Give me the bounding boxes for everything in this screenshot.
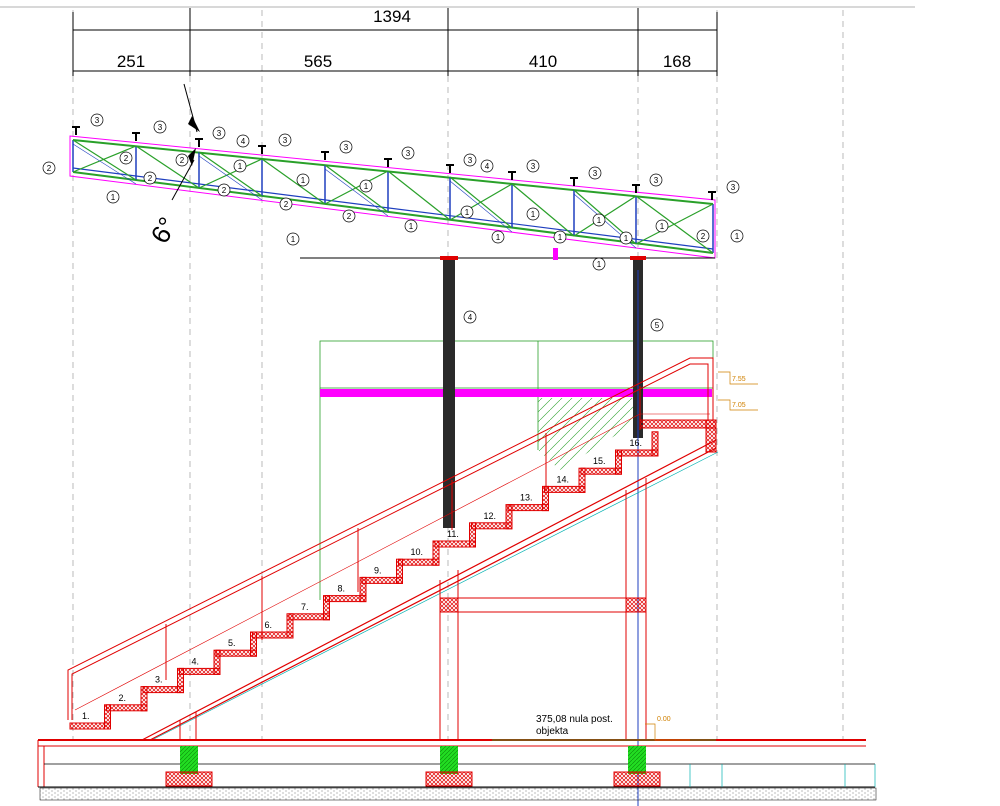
step-label: 8.: [338, 584, 346, 594]
svg-text:1: 1: [597, 260, 602, 269]
step-label: 3.: [155, 675, 163, 685]
svg-text:4: 4: [485, 162, 490, 171]
step-label: 1.: [82, 711, 90, 721]
mid-bracket: [553, 248, 558, 260]
step-label: 6.: [265, 620, 273, 630]
svg-text:3: 3: [531, 162, 536, 171]
svg-text:2: 2: [701, 232, 706, 241]
svg-text:3: 3: [283, 136, 288, 145]
svg-text:1: 1: [409, 222, 414, 231]
slab-cyan-line: [151, 451, 719, 741]
landing-edge: [705, 419, 717, 453]
svg-text:1: 1: [291, 235, 296, 244]
step-label: 11.: [447, 529, 459, 539]
step-label: 10.: [411, 547, 424, 557]
svg-text:3: 3: [158, 123, 163, 132]
svg-text:2: 2: [47, 164, 52, 173]
svg-text:1: 1: [597, 216, 602, 225]
svg-text:3: 3: [344, 143, 349, 152]
svg-text:1: 1: [624, 234, 629, 243]
level-upper-2: 7.05: [732, 402, 746, 409]
platform-outline: [319, 340, 714, 600]
step-label: 12.: [484, 511, 497, 521]
handrail-secondary: [74, 413, 710, 711]
svg-text:1: 1: [735, 232, 740, 241]
top-landing: [639, 419, 717, 429]
svg-text:3: 3: [593, 169, 598, 178]
svg-text:5: 5: [655, 321, 660, 330]
level-zero: 0.00: [657, 716, 671, 723]
svg-text:2: 2: [180, 156, 185, 165]
magenta-beam: [320, 389, 712, 397]
svg-text:2: 2: [347, 212, 352, 221]
dimension-segment-2: 565: [304, 52, 332, 71]
step-label: 14.: [557, 474, 570, 484]
svg-text:1: 1: [496, 233, 501, 242]
step-label: 13.: [520, 493, 533, 503]
svg-text:1: 1: [238, 162, 243, 171]
step-label: 16.: [630, 438, 643, 448]
lower-frame: [179, 478, 647, 740]
step-label: 2.: [119, 693, 127, 703]
elevation-note-line-2: objekta: [536, 726, 569, 737]
svg-text:1: 1: [558, 233, 563, 242]
svg-text:2: 2: [284, 200, 289, 209]
dimension-total: 1394: [373, 7, 411, 26]
svg-text:3: 3: [731, 183, 736, 192]
stair-flight: [69, 419, 717, 730]
elevation-note-line-1: 375,08 nula post.: [536, 714, 613, 725]
svg-text:1: 1: [111, 193, 116, 202]
svg-text:3: 3: [406, 149, 411, 158]
svg-text:3: 3: [468, 156, 473, 165]
dimension-segment-3: 410: [529, 52, 557, 71]
beam-node-right: [625, 597, 647, 613]
svg-text:2: 2: [148, 174, 153, 183]
svg-text:1: 1: [364, 182, 369, 191]
svg-text:4: 4: [241, 137, 246, 146]
svg-text:2: 2: [124, 154, 129, 163]
dimension-segment-4: 168: [663, 52, 691, 71]
footings: [165, 746, 661, 787]
svg-text:1: 1: [465, 208, 470, 217]
step-label: 9.: [374, 565, 382, 575]
svg-text:3: 3: [95, 116, 100, 125]
step-label: 5.: [228, 638, 236, 648]
column-cap-right: [630, 256, 646, 260]
step-label: 4.: [192, 656, 200, 666]
svg-text:3: 3: [217, 129, 222, 138]
roof-angle-annotation: 6°: [144, 83, 200, 249]
svg-text:1: 1: [660, 222, 665, 231]
stair-riser: [651, 431, 659, 457]
step-label: 15.: [593, 456, 606, 466]
step-label: 7.: [301, 602, 309, 612]
svg-text:1: 1: [531, 210, 536, 219]
beam-node-left: [439, 597, 459, 613]
svg-text:2: 2: [222, 186, 227, 195]
dimension-segment-1: 251: [117, 52, 145, 71]
stadium-stand-section-drawing: 1394 251 565 410 168 6° 3 3 3 3 3 3 3 3 …: [0, 6, 915, 806]
column-cap-left: [440, 256, 458, 260]
svg-text:4: 4: [468, 313, 473, 322]
svg-text:3: 3: [654, 176, 659, 185]
svg-text:1: 1: [301, 176, 306, 185]
roof-angle-label: 6°: [144, 212, 182, 249]
level-upper-1: 7.55: [732, 376, 746, 383]
